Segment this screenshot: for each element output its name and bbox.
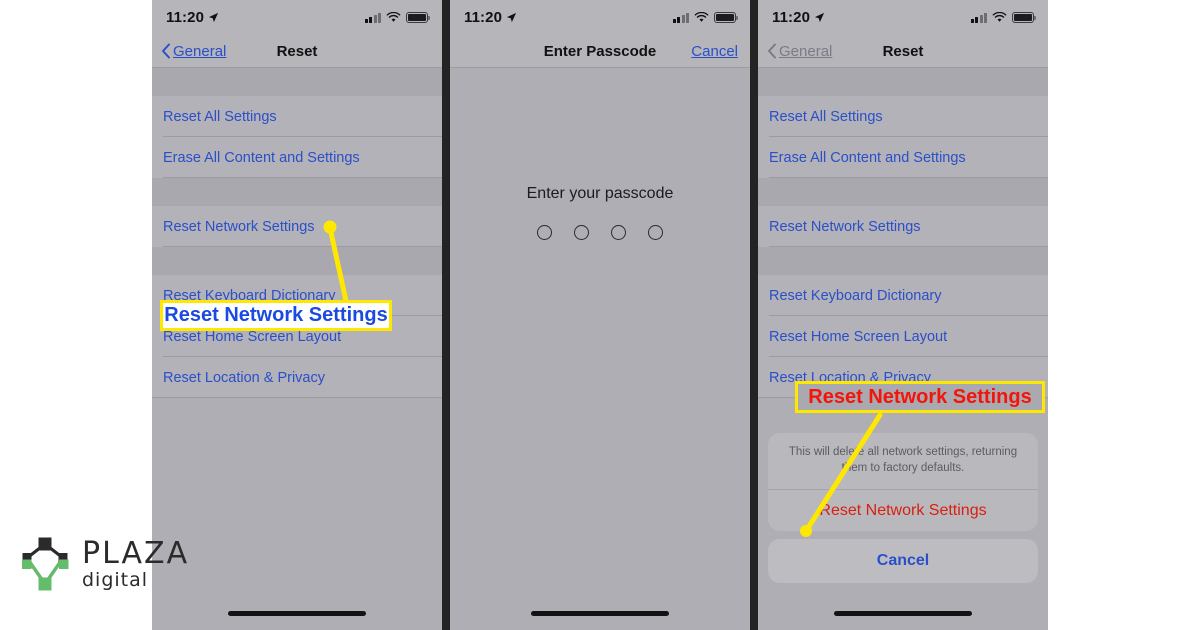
back-button-general[interactable]: General bbox=[767, 43, 832, 60]
section-gap bbox=[152, 178, 442, 206]
section-gap bbox=[758, 247, 1048, 275]
status-bar-time-group: 11:20 bbox=[772, 9, 825, 26]
action-sheet: This will delete all network settings, r… bbox=[768, 432, 1038, 583]
reset-network-settings-button[interactable]: Reset Network Settings bbox=[768, 490, 1038, 531]
cellular-signal-icon bbox=[672, 12, 689, 23]
passcode-dot bbox=[537, 225, 552, 240]
status-bar-indicators bbox=[364, 11, 430, 23]
phone-screen-2: 11:20 Enter Passcode Cancel Enter your p… bbox=[450, 0, 750, 630]
chevron-left-icon bbox=[162, 43, 170, 59]
action-sheet-message: This will delete all network settings, r… bbox=[768, 433, 1038, 490]
passcode-body: Enter your passcode bbox=[450, 68, 750, 630]
wifi-icon bbox=[386, 11, 401, 22]
status-bar-time-group: 11:20 bbox=[166, 9, 219, 26]
cancel-button[interactable]: Cancel bbox=[691, 43, 738, 60]
battery-icon bbox=[714, 11, 738, 23]
list-item[interactable]: Reset Keyboard Dictionary bbox=[758, 275, 1048, 316]
settings-list-3: Reset All Settings Erase All Content and… bbox=[758, 68, 1048, 398]
wifi-icon bbox=[992, 11, 1007, 22]
status-bar-time: 11:20 bbox=[772, 8, 811, 26]
status-bar-time: 11:20 bbox=[166, 8, 205, 26]
plaza-diamond-nodes-icon bbox=[22, 537, 69, 591]
location-arrow-icon bbox=[814, 12, 825, 22]
section-gap bbox=[152, 68, 442, 96]
back-button-label: General bbox=[779, 42, 833, 60]
status-bar-indicators bbox=[970, 11, 1036, 23]
settings-list-1: Reset All Settings Erase All Content and… bbox=[152, 68, 442, 398]
panel-divider bbox=[750, 0, 758, 630]
home-indicator bbox=[834, 611, 972, 616]
logo-wordmark: PLAZA digital bbox=[82, 535, 190, 591]
back-button-general[interactable]: General bbox=[161, 43, 226, 60]
passcode-dot bbox=[648, 225, 663, 240]
action-sheet-cancel-button[interactable]: Cancel bbox=[768, 539, 1038, 583]
list-item[interactable]: Reset Location & Privacy bbox=[152, 357, 442, 398]
list-item[interactable]: Reset All Settings bbox=[152, 96, 442, 137]
home-indicator bbox=[228, 611, 366, 616]
annotation-callout-1: Reset Network Settings bbox=[160, 300, 392, 331]
logo-word: PLAZA bbox=[82, 535, 190, 571]
list-item[interactable]: Reset Network Settings bbox=[758, 206, 1048, 247]
screenshot-canvas: 11:20 General Reset Reset All Settings E… bbox=[0, 0, 1200, 630]
list-item[interactable]: Erase All Content and Settings bbox=[758, 137, 1048, 178]
passcode-prompt: Enter your passcode bbox=[526, 185, 674, 202]
status-bar-indicators bbox=[672, 11, 738, 23]
cellular-signal-icon bbox=[970, 12, 987, 23]
section-gap bbox=[152, 247, 442, 275]
passcode-dot bbox=[611, 225, 626, 240]
status-bar: 11:20 bbox=[450, 0, 750, 34]
location-arrow-icon bbox=[208, 12, 219, 22]
plaza-digital-logo: PLAZA digital bbox=[18, 535, 189, 593]
status-bar-time-group: 11:20 bbox=[464, 9, 517, 26]
navigation-bar-1: General Reset bbox=[152, 34, 442, 68]
battery-icon bbox=[406, 11, 430, 23]
panel-divider bbox=[442, 0, 450, 630]
list-item[interactable]: Reset Home Screen Layout bbox=[758, 316, 1048, 357]
action-sheet-group: This will delete all network settings, r… bbox=[768, 432, 1038, 531]
status-bar-time: 11:20 bbox=[464, 8, 503, 26]
navigation-bar-3: General Reset bbox=[758, 34, 1048, 68]
section-gap bbox=[758, 68, 1048, 96]
wifi-icon bbox=[694, 11, 709, 22]
phone-screen-3: 11:20 General Reset Reset All Settings E… bbox=[758, 0, 1048, 630]
list-item[interactable]: Erase All Content and Settings bbox=[152, 137, 442, 178]
status-bar: 11:20 bbox=[758, 0, 1048, 34]
list-item[interactable]: Reset Network Settings bbox=[152, 206, 442, 247]
back-button-label: General bbox=[173, 42, 227, 60]
navigation-bar-2: Enter Passcode Cancel bbox=[450, 34, 750, 68]
battery-icon bbox=[1012, 11, 1036, 23]
chevron-left-icon bbox=[768, 43, 776, 59]
annotation-callout-3: Reset Network Settings bbox=[795, 381, 1045, 413]
cellular-signal-icon bbox=[364, 12, 381, 23]
home-indicator bbox=[531, 611, 669, 616]
passcode-dot bbox=[574, 225, 589, 240]
logo-subword: digital bbox=[82, 568, 149, 591]
location-arrow-icon bbox=[506, 12, 517, 22]
passcode-dots[interactable] bbox=[450, 225, 750, 240]
status-bar: 11:20 bbox=[152, 0, 442, 34]
section-gap bbox=[758, 178, 1048, 206]
list-item[interactable]: Reset All Settings bbox=[758, 96, 1048, 137]
